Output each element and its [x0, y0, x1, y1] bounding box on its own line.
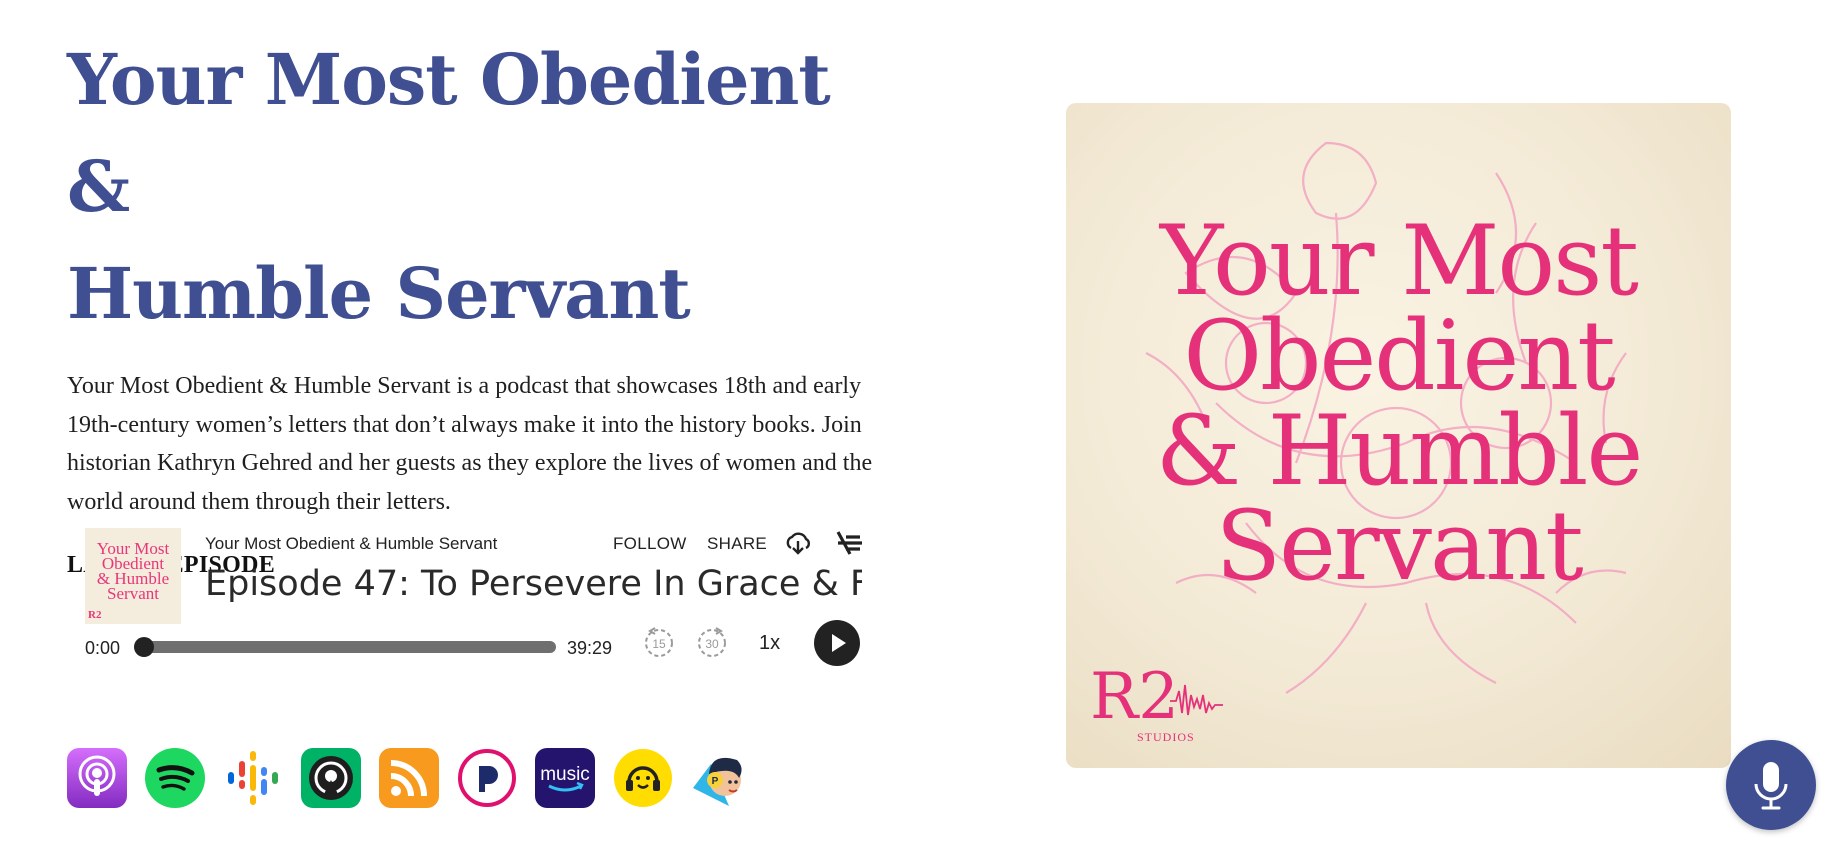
podcast-description: Your Most Obedient & Humble Servant is a… — [67, 373, 873, 515]
play-icon — [832, 634, 846, 652]
follow-button[interactable]: FOLLOW — [613, 534, 687, 554]
artwork-line-4: Servant — [1215, 490, 1583, 602]
artwork-line-2: Obedient — [1183, 300, 1615, 412]
player-fm-icon: P — [693, 757, 742, 806]
title-line-1: Your Most Obedient & — [67, 38, 831, 228]
artwork-line-1: Your Most — [1160, 205, 1639, 317]
download-icon[interactable] — [783, 528, 813, 562]
episode-player: Your Most Obedient & Humble Servant R2 Y… — [67, 520, 862, 670]
studio-logo: R2 — [1090, 660, 1179, 734]
seek-bar[interactable] — [140, 641, 556, 653]
voice-message-button[interactable] — [1726, 740, 1816, 830]
podcast-icon — [78, 755, 116, 796]
podcast-addict-link[interactable] — [613, 748, 673, 808]
amazon-music-label: music — [540, 764, 590, 785]
spotify-icon — [145, 748, 205, 808]
podcast-info: Your Most Obedient & Humble Servant Your… — [67, 26, 877, 579]
podcast-artwork: Your Most Obedient & Humble Servant R2 S… — [1066, 103, 1731, 768]
castro-icon — [309, 756, 353, 800]
rewind-15-icon[interactable]: 15 — [641, 624, 677, 664]
apple-podcasts-link[interactable] — [67, 748, 127, 808]
current-time: 0:00 — [85, 638, 121, 658]
duration: 39:29 — [567, 638, 613, 658]
forward-label: 30 — [705, 637, 719, 651]
microphone-icon — [1754, 762, 1788, 810]
show-name: Your Most Obedient & Humble Servant — [205, 534, 498, 553]
thumb-line: Servant — [107, 584, 159, 603]
pandora-link[interactable] — [457, 748, 517, 808]
rewind-label: 15 — [652, 637, 666, 651]
episode-thumbnail: Your Most Obedient & Humble Servant R2 — [85, 528, 181, 624]
play-button[interactable] — [814, 620, 860, 666]
google-podcasts-link[interactable] — [223, 748, 283, 808]
spotify-link[interactable] — [145, 748, 205, 808]
rss-icon — [390, 760, 427, 797]
episode-title: Episode 47: To Persevere In Grace & Favo… — [205, 564, 862, 604]
seek-handle[interactable] — [134, 637, 154, 657]
studio-sublabel: STUDIOS — [1137, 730, 1195, 744]
headphones-icon — [614, 749, 672, 807]
title-line-2: Humble Servant — [67, 252, 691, 335]
subscribe-icon[interactable] — [834, 529, 862, 561]
forward-30-icon[interactable]: 30 — [694, 624, 730, 664]
google-podcasts-icon — [228, 751, 278, 805]
pandora-icon — [458, 749, 516, 807]
castro-link[interactable] — [301, 748, 361, 808]
soundwave-icon — [1170, 684, 1223, 716]
player-fm-link[interactable]: P — [691, 748, 751, 808]
artwork-line-3: & Humble — [1155, 395, 1644, 507]
share-button[interactable]: SHARE — [707, 534, 767, 554]
amazon-music-icon: music — [540, 764, 590, 792]
amazon-music-link[interactable]: music — [535, 748, 595, 808]
playback-speed-button[interactable]: 1x — [759, 632, 780, 655]
page-title: Your Most Obedient & Humble Servant — [67, 26, 877, 347]
thumb-studio-logo: R2 — [88, 609, 102, 621]
svg-text:P: P — [712, 776, 719, 787]
rss-link[interactable] — [379, 748, 439, 808]
